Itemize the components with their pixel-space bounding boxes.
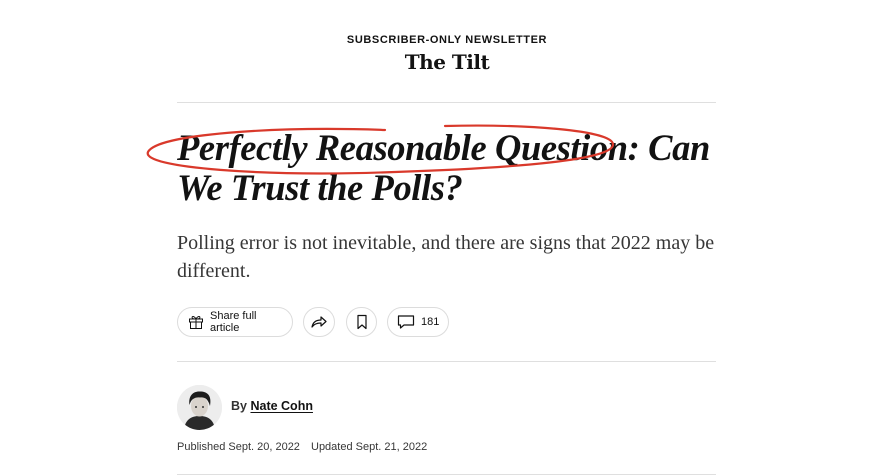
bookmark-icon	[356, 314, 368, 330]
top-divider	[177, 102, 716, 103]
save-bookmark-button[interactable]	[346, 307, 377, 337]
gift-icon	[188, 314, 204, 330]
comment-bubble-icon	[397, 314, 415, 330]
share-arrow-icon	[310, 314, 328, 330]
article-headline: Perfectly Reasonable Question: Can We Tr…	[177, 128, 737, 208]
byline-prefix: By	[231, 399, 247, 413]
share-forward-button[interactable]	[303, 307, 335, 337]
headline-line-1: Perfectly Reasonable Question: Can	[177, 127, 710, 168]
article-summary: Polling error is not inevitable, and the…	[177, 232, 715, 282]
publish-dates: Published Sept. 20, 2022 Updated Sept. 2…	[177, 441, 427, 453]
headline-line-2: We Trust the Polls?	[177, 167, 463, 208]
bottom-divider	[177, 474, 716, 475]
newsletter-kicker: SUBSCRIBER-ONLY NEWSLETTER	[346, 34, 548, 46]
author-link[interactable]: Nate Cohn	[250, 399, 313, 413]
comment-count: 181	[421, 316, 440, 328]
series-title[interactable]: The Tilt	[0, 50, 886, 74]
byline: By Nate Cohn	[231, 399, 313, 413]
author-avatar[interactable]	[177, 385, 222, 430]
published-date: Published Sept. 20, 2022	[177, 441, 300, 453]
share-button-label: Share full article	[210, 310, 257, 334]
comments-button[interactable]: 181	[387, 307, 449, 337]
updated-date: Updated Sept. 21, 2022	[311, 441, 428, 453]
share-full-article-button[interactable]: Share full article	[177, 307, 293, 337]
middle-divider	[177, 361, 716, 362]
